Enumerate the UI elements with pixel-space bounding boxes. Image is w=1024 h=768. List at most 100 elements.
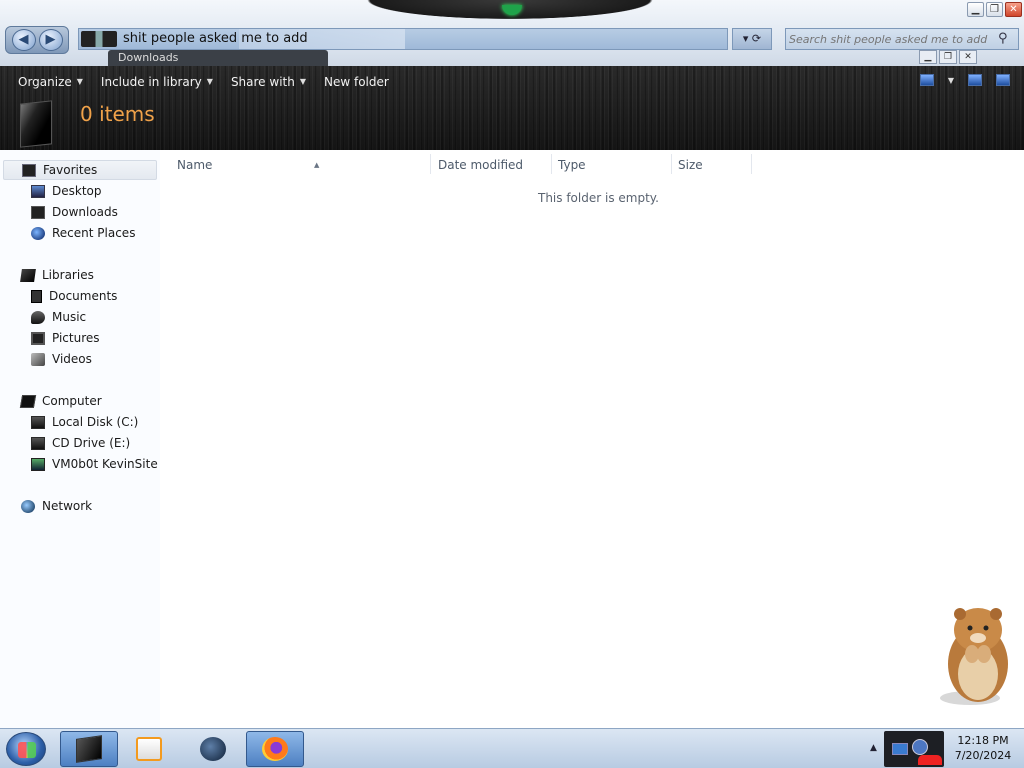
column-header-date-modified[interactable]: Date modified xyxy=(438,156,548,174)
system-clock[interactable]: 12:18 PM 7/20/2024 xyxy=(946,733,1020,763)
music-icon xyxy=(31,310,45,324)
help-icon[interactable] xyxy=(996,74,1010,86)
taskbar-media-player-button[interactable] xyxy=(120,731,178,767)
new-folder-button[interactable]: New folder xyxy=(315,66,398,97)
sidebar-item-label: Recent Places xyxy=(52,226,136,240)
hamster-desktop-pet[interactable] xyxy=(926,602,1022,710)
search-icon[interactable]: ⚲ xyxy=(998,31,1014,47)
background-window-tab: Downloads xyxy=(108,50,328,66)
sidebar-item-label: Videos xyxy=(52,352,92,366)
search-input[interactable] xyxy=(789,31,994,48)
background-minimize-button[interactable]: ▁ xyxy=(919,50,937,64)
sidebar-item-label: Computer xyxy=(42,394,102,408)
sidebar-item-label: Local Disk (C:) xyxy=(52,415,139,429)
sidebar-item-cd-drive[interactable]: CD Drive (E:) xyxy=(31,433,130,453)
empty-folder-message: This folder is empty. xyxy=(538,191,659,205)
chevron-down-icon: ▼ xyxy=(299,77,306,86)
column-divider[interactable] xyxy=(671,154,672,174)
sidebar-item-desktop[interactable]: Desktop xyxy=(31,181,102,201)
title-bar: ▁ ❐ ✕ ◀ ▶ shit people asked me to add ▾ … xyxy=(0,0,1024,66)
sidebar-item-documents[interactable]: Documents xyxy=(31,286,117,306)
documents-icon xyxy=(31,289,42,303)
internet-browser-icon xyxy=(200,737,226,761)
search-box[interactable]: ⚲ xyxy=(785,28,1019,50)
taskbar-explorer-button[interactable] xyxy=(60,731,118,767)
column-header-label: Name xyxy=(177,158,213,172)
view-dropdown-icon[interactable]: ▼ xyxy=(948,76,954,85)
background-close-button[interactable]: ✕ xyxy=(959,50,977,64)
sidebar-item-label: CD Drive (E:) xyxy=(52,436,131,450)
sidebar-item-music[interactable]: Music xyxy=(31,307,86,327)
address-path: shit people asked me to add xyxy=(123,31,308,46)
organize-menu[interactable]: Organize ▼ xyxy=(0,66,92,97)
sidebar-item-label: Network xyxy=(42,499,93,513)
file-list: Name ▲ Date modified Type Size This fold… xyxy=(160,150,1024,728)
taskbar-firefox-button[interactable] xyxy=(246,731,304,767)
background-maximize-button[interactable]: ❐ xyxy=(939,50,957,64)
app-tray-icon[interactable] xyxy=(918,755,942,765)
sidebar-item-local-disk[interactable]: Local Disk (C:) xyxy=(31,412,138,432)
sidebar-item-label: VM0b0t KevinSite xyxy=(52,457,158,471)
address-dropdown-refresh-button[interactable]: ▾ ⟳ xyxy=(732,28,772,50)
window-controls: ▁ ❐ ✕ xyxy=(967,2,1022,17)
folder-breadcrumb-icon[interactable] xyxy=(81,31,117,47)
show-hidden-icons-button[interactable]: ▲ xyxy=(870,743,877,753)
sidebar-item-favorites[interactable]: Favorites xyxy=(3,160,157,180)
background-window-title: Downloads xyxy=(118,51,179,64)
sidebar-item-pictures[interactable]: Pictures xyxy=(31,328,100,348)
clock-date: 7/20/2024 xyxy=(954,749,1012,762)
sidebar-item-label: Favorites xyxy=(43,163,98,177)
sidebar-item-label: Desktop xyxy=(52,184,102,198)
address-bar[interactable]: shit people asked me to add xyxy=(78,28,728,50)
libraries-icon xyxy=(20,268,36,282)
maximize-button[interactable]: ❐ xyxy=(986,2,1003,17)
new-folder-label: New folder xyxy=(324,74,389,89)
column-divider[interactable] xyxy=(551,154,552,174)
sidebar-item-network-drive[interactable]: VM0b0t KevinSite xyxy=(31,454,158,474)
sidebar-item-label: Music xyxy=(52,310,87,324)
firefox-icon xyxy=(262,737,288,761)
column-header-type[interactable]: Type xyxy=(558,156,668,174)
back-button[interactable]: ◀ xyxy=(11,29,36,51)
sidebar-item-videos[interactable]: Videos xyxy=(31,349,92,369)
cd-drive-icon xyxy=(31,436,45,450)
minimize-button[interactable]: ▁ xyxy=(967,2,984,17)
sidebar-item-libraries[interactable]: Libraries xyxy=(20,265,94,285)
sidebar-item-downloads[interactable]: Downloads xyxy=(31,202,118,222)
taskbar: ▲ 12:18 PM 7/20/2024 xyxy=(0,728,1024,768)
start-button[interactable] xyxy=(6,732,46,766)
navigation-buttons: ◀ ▶ xyxy=(5,26,69,54)
column-header-size[interactable]: Size xyxy=(678,156,748,174)
folder-icon xyxy=(20,100,52,148)
chevron-down-icon: ▼ xyxy=(76,77,83,86)
taskbar-browser-button[interactable] xyxy=(184,731,242,767)
volume-tray-icon[interactable] xyxy=(912,739,928,755)
network-icon xyxy=(21,499,35,513)
close-button[interactable]: ✕ xyxy=(1005,2,1022,17)
view-options: ▼ xyxy=(919,74,1010,86)
column-divider[interactable] xyxy=(430,154,431,174)
column-header-label: Type xyxy=(558,158,586,172)
change-view-icon[interactable] xyxy=(919,74,934,86)
videos-icon xyxy=(31,352,45,366)
network-tray-icon[interactable] xyxy=(892,743,908,755)
column-divider[interactable] xyxy=(751,154,752,174)
share-with-menu[interactable]: Share with ▼ xyxy=(222,66,315,97)
column-header-name[interactable]: Name ▲ xyxy=(177,156,427,174)
sort-ascending-icon: ▲ xyxy=(314,161,320,169)
include-in-library-menu[interactable]: Include in library ▼ xyxy=(92,66,222,97)
sidebar-item-label: Pictures xyxy=(52,331,100,345)
tray-icons xyxy=(884,731,944,767)
sidebar-item-computer[interactable]: Computer xyxy=(19,391,102,411)
sidebar-item-network[interactable]: Network xyxy=(21,496,92,516)
sidebar-item-label: Libraries xyxy=(42,268,94,282)
pictures-icon xyxy=(31,331,45,345)
include-in-library-label: Include in library xyxy=(100,74,202,89)
preview-pane-icon[interactable] xyxy=(968,74,982,86)
sidebar-item-recent-places[interactable]: Recent Places xyxy=(31,223,135,243)
clock-time: 12:18 PM xyxy=(957,734,1009,747)
organize-label: Organize xyxy=(18,74,72,89)
recent-places-icon xyxy=(31,226,45,240)
forward-button[interactable]: ▶ xyxy=(38,29,63,51)
share-with-label: Share with xyxy=(230,74,295,89)
